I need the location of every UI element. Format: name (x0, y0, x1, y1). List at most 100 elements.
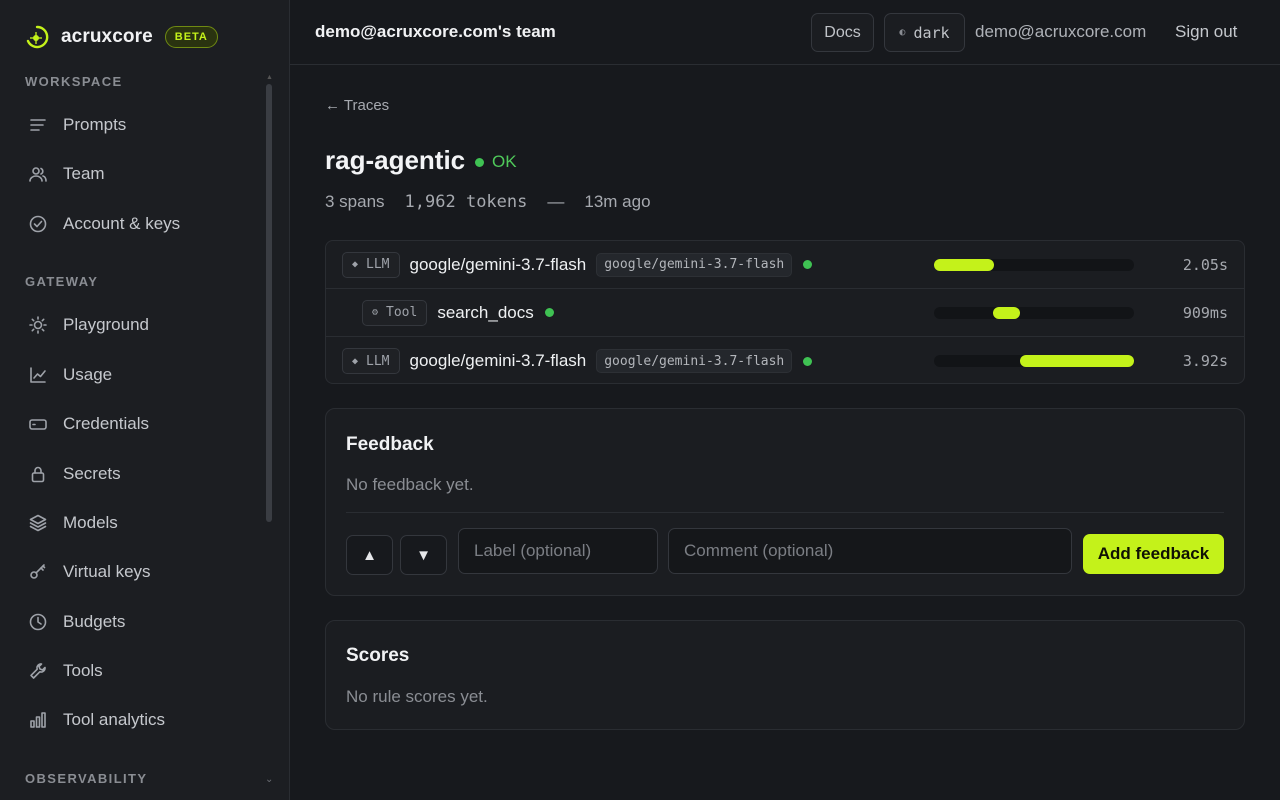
span-row[interactable]: ◆ LLM google/gemini-3.7-flash google/gem… (326, 241, 1244, 289)
users-icon (29, 167, 47, 182)
layers-icon (29, 514, 47, 532)
sidebar-item-prompts[interactable]: Prompts (25, 105, 255, 145)
span-list: ◆ LLM google/gemini-3.7-flash google/gem… (325, 240, 1245, 384)
sidebar-item-label: Playground (63, 315, 150, 334)
sidebar-item-budgets[interactable]: Budgets (25, 602, 255, 642)
span-kind-badge: ◆ LLM (342, 251, 400, 278)
section-label-workspace: WORKSPACE (25, 74, 123, 89)
sign-out-link[interactable]: Sign out (1175, 22, 1237, 42)
thumbs-up-button[interactable]: ▲ (346, 535, 393, 575)
check-circle-icon (29, 215, 47, 233)
section-label-gateway: GATEWAY (25, 274, 99, 289)
span-row[interactable]: ◆ LLM google/gemini-3.7-flash google/gem… (326, 337, 1244, 383)
trace-meta: 3 spans 1,962 tokens — 13m ago (325, 192, 651, 212)
feedback-title: Feedback (346, 434, 434, 455)
status-dot-icon (475, 157, 484, 167)
span-timeline-bar (934, 259, 994, 271)
theme-toggle[interactable]: ◐ dark (884, 13, 965, 52)
scores-title: Scores (346, 645, 410, 666)
spans-count: 3 spans (325, 192, 385, 211)
sidebar-item-label: Tools (63, 661, 103, 680)
span-kind-badge: ⚙ Tool (362, 299, 428, 326)
span-status-dot-icon (803, 260, 813, 269)
span-name: search_docs (437, 302, 534, 322)
sidebar-item-label: Virtual keys (63, 562, 151, 581)
feedback-card: Feedback No feedback yet. ▲ ▼ Add feedba… (325, 408, 1245, 596)
sidebar-item-label: Tool analytics (63, 710, 166, 729)
sidebar-item-credentials[interactable]: Credentials (25, 404, 255, 444)
span-kind-label: LLM (366, 353, 390, 369)
key-icon (30, 564, 46, 579)
docs-button[interactable]: Docs (811, 13, 874, 52)
lock-icon (31, 466, 45, 483)
span-timeline-track (934, 259, 1134, 271)
scores-card: Scores No rule scores yet. (325, 620, 1245, 730)
span-status-dot-icon (803, 356, 813, 366)
top-bar: demo@acruxcore.com's team Docs ◐ dark de… (290, 0, 1280, 65)
add-feedback-button[interactable]: Add feedback (1083, 534, 1224, 574)
diamond-icon: ◆ (352, 355, 359, 367)
sun-icon (29, 316, 47, 334)
sidebar-item-label: Usage (63, 365, 113, 384)
sidebar-item-label: Credentials (63, 414, 149, 433)
span-status-dot-icon (544, 308, 554, 317)
sidebar-item-label: Budgets (63, 612, 126, 631)
section-label-observability: OBSERVABILITY (25, 771, 148, 786)
diamond-icon: ◆ (352, 259, 359, 270)
team-name[interactable]: demo@acruxcore.com's team (315, 22, 556, 42)
model-pill: google/gemini-3.7-flash (596, 252, 793, 277)
status-label: OK (492, 152, 517, 171)
sidebar-item-label: Team (63, 164, 105, 183)
sidebar-nav: WORKSPACE Prompts Team Account & keys GA… (0, 66, 272, 800)
sidebar-item-label: Models (63, 513, 118, 532)
trace-age: 13m ago (584, 192, 651, 211)
lines-icon (30, 119, 46, 131)
sidebar-item-label: Prompts (63, 115, 127, 134)
divider (346, 512, 1224, 513)
span-duration: 3.92s (1182, 352, 1228, 370)
span-timeline-track (934, 307, 1134, 319)
span-kind-label: LLM (366, 257, 390, 272)
sidebar-item-secrets[interactable]: Secrets (25, 454, 255, 494)
span-name: google/gemini-3.7-flash (409, 351, 587, 370)
scores-empty-text: No rule scores yet. (346, 687, 488, 706)
sidebar-item-account-keys[interactable]: Account & keys (25, 204, 255, 244)
sidebar-item-tools[interactable]: Tools (25, 651, 255, 691)
span-name: google/gemini-3.7-flash (409, 254, 587, 274)
label-input[interactable] (458, 528, 658, 574)
sidebar-item-label: Secrets (63, 464, 121, 483)
sidebar-item-usage[interactable]: Usage (25, 355, 255, 395)
meta-separator: — (547, 192, 565, 211)
brand[interactable]: acruxcore BETA (25, 24, 218, 50)
brand-name: acruxcore (61, 26, 153, 47)
page-title: rag-agentic (325, 145, 466, 175)
bar-chart-icon (30, 712, 46, 728)
sidebar-item-virtual-keys[interactable]: Virtual keys (25, 552, 255, 592)
user-email: demo@acruxcore.com (975, 22, 1147, 41)
back-to-traces-link[interactable]: ← Traces (325, 97, 389, 114)
sidebar-scrollbar[interactable] (266, 84, 272, 522)
card-icon (29, 419, 47, 430)
sidebar-item-team[interactable]: Team (25, 154, 255, 194)
span-timeline-bar (993, 307, 1020, 319)
status-badge: OK (475, 152, 517, 172)
scroll-up-icon[interactable]: ▲ (266, 74, 273, 81)
thumbs-down-button[interactable]: ▼ (400, 535, 447, 575)
span-duration: 2.05s (1182, 256, 1228, 274)
chevron-down-icon[interactable]: ⌄ (265, 774, 273, 785)
span-row[interactable]: ⚙ Tool search_docs 909ms (326, 289, 1244, 337)
span-timeline-bar (1020, 355, 1134, 367)
logo-icon (26, 25, 49, 49)
theme-label: dark (913, 23, 950, 42)
sidebar-item-playground[interactable]: Playground (25, 305, 255, 345)
feedback-empty-text: No feedback yet. (346, 475, 474, 494)
clock-icon (29, 613, 47, 631)
gear-icon: ⚙ (372, 307, 379, 318)
tokens-count: 1,962 tokens (404, 192, 528, 212)
sidebar-item-models[interactable]: Models (25, 503, 255, 543)
span-timeline-track (934, 355, 1134, 367)
sidebar: acruxcore BETA WORKSPACE Prompts Team Ac… (0, 0, 290, 800)
half-circle-icon: ◐ (899, 27, 906, 38)
comment-input[interactable] (668, 528, 1072, 574)
sidebar-item-tool-analytics[interactable]: Tool analytics (25, 700, 255, 740)
